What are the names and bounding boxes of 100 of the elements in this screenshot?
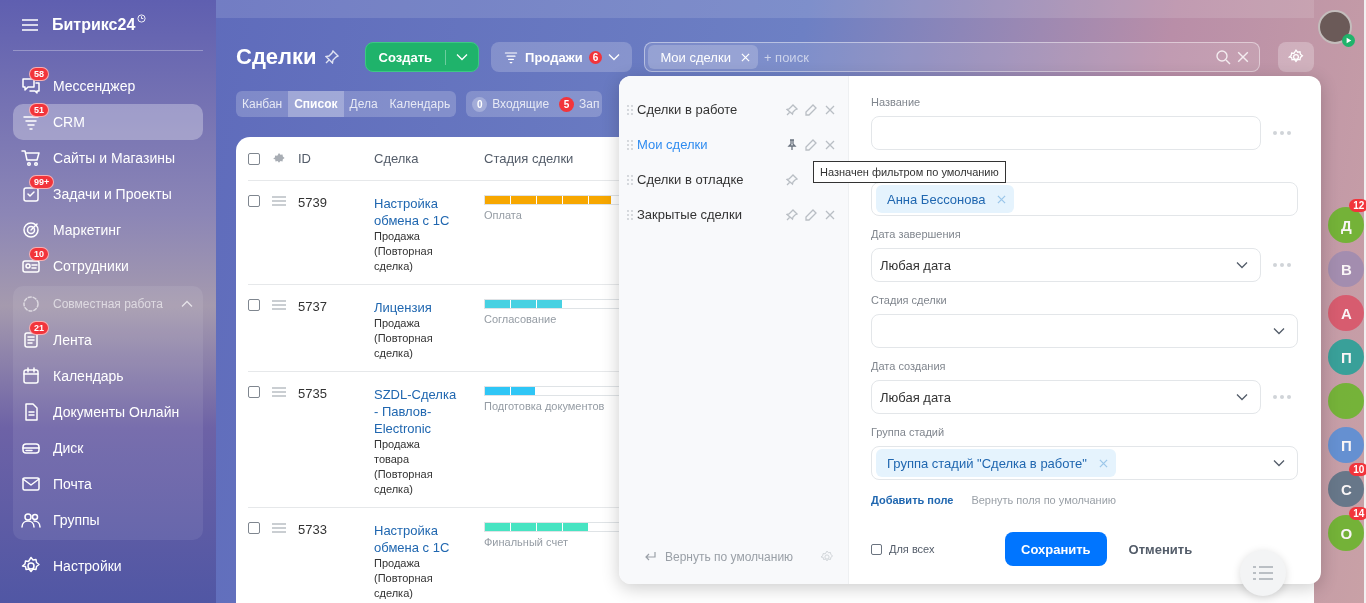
close-icon[interactable] (824, 138, 836, 151)
checkbox[interactable] (248, 299, 260, 311)
dashed-circle-icon (21, 294, 41, 314)
table-cell: 5739 (298, 195, 327, 210)
more-icon[interactable] (1273, 395, 1291, 399)
return-arrow-icon (643, 551, 657, 563)
nav-item[interactable]: 51 CRM (13, 104, 203, 140)
nav-item[interactable]: Маркетинг (13, 212, 203, 248)
chat-avatar[interactable]: В (1328, 251, 1365, 287)
count-badge: 10 (29, 247, 49, 261)
column-header[interactable]: ID (298, 151, 311, 166)
filter-preset[interactable]: Сделки в работе (627, 92, 842, 127)
save-button[interactable]: Сохранить (1005, 532, 1107, 566)
chat-avatar[interactable] (1328, 383, 1365, 419)
view-tab[interactable]: Список (288, 91, 344, 117)
drag-handle-icon[interactable] (272, 523, 286, 533)
menu-icon[interactable] (22, 19, 38, 31)
select-field[interactable]: Любая дата (871, 380, 1261, 414)
nav-item[interactable]: Документы Онлайн (13, 394, 203, 430)
value-chip[interactable]: Группа стадий "Сделка в работе" (876, 449, 1116, 477)
drag-handle-icon[interactable] (627, 174, 633, 185)
filter-chip[interactable]: Мои сделки (648, 45, 758, 69)
nav-item[interactable]: Группы (13, 502, 203, 538)
stage-label: Оплата (484, 209, 522, 221)
view-tab[interactable]: Дела (343, 91, 384, 117)
chevron-icon (1236, 393, 1248, 401)
chat-avatar[interactable]: А (1328, 295, 1365, 331)
pin-icon[interactable] (786, 138, 798, 151)
category-button[interactable]: Продажи 6 (491, 42, 633, 72)
clock-icon (137, 14, 147, 23)
chat-avatar[interactable]: П (1328, 339, 1365, 375)
view-tab[interactable]: Канбан (236, 91, 289, 117)
nav-item[interactable]: 58 Мессенджер (13, 68, 203, 104)
input-field[interactable] (871, 116, 1261, 150)
deal-link[interactable]: Настройка обмена с 1С (374, 195, 464, 229)
pencil-icon[interactable] (805, 208, 817, 221)
select-field[interactable]: Любая дата (871, 248, 1261, 282)
checkbox[interactable] (871, 543, 882, 555)
count-badge: 58 (29, 67, 49, 81)
filter-preset[interactable]: Закрытые сделки (627, 197, 842, 232)
filter-preset[interactable]: Сделки в отладке (627, 162, 804, 197)
drag-handle-icon[interactable] (272, 196, 286, 206)
field-label: Дата создания (871, 360, 946, 372)
nav-item[interactable]: Календарь (13, 358, 203, 394)
more-icon[interactable] (1273, 131, 1291, 135)
drag-handle-icon[interactable] (627, 139, 633, 150)
deal-type: Продажа товара (Повторная сделка) (374, 437, 434, 497)
close-icon[interactable] (824, 208, 836, 221)
counter-link[interactable]: 5 Зап (559, 96, 600, 112)
input-field[interactable]: Анна Бессонова (871, 182, 1298, 216)
add-field-link[interactable]: Добавить поле (871, 494, 954, 506)
search-icon[interactable] (1215, 49, 1232, 65)
checkbox[interactable] (248, 522, 260, 534)
drag-handle-icon[interactable] (627, 104, 633, 115)
settings-item[interactable]: Настройки (13, 548, 203, 584)
close-icon[interactable] (824, 103, 836, 116)
value-chip[interactable]: Анна Бессонова (876, 185, 1015, 213)
select-field[interactable]: Группа стадий "Сделка в работе" (871, 446, 1298, 480)
chevron-icon (1273, 327, 1285, 335)
column-header[interactable]: Стадия сделки (484, 151, 574, 166)
nav-item[interactable]: 99+ Задачи и Проекты (13, 176, 203, 212)
count-badge: 21 (29, 321, 49, 335)
filter-preset[interactable]: Мои сделки (627, 127, 842, 162)
more-icon[interactable] (1273, 263, 1291, 267)
select-field[interactable] (871, 314, 1298, 348)
count-badge: 14 (1349, 507, 1366, 520)
drag-handle-icon[interactable] (272, 387, 286, 397)
create-button[interactable]: Создать (364, 42, 480, 72)
nav-item[interactable]: Диск (13, 430, 203, 466)
checkbox[interactable] (248, 386, 260, 398)
pencil-icon[interactable] (805, 103, 817, 116)
nav-item[interactable]: Почта (13, 466, 203, 502)
chat-avatar[interactable]: П (1328, 427, 1365, 463)
drag-handle-icon[interactable] (627, 209, 633, 220)
checkbox[interactable] (248, 195, 260, 207)
deal-link[interactable]: SZDL-Сделка - Павлов-Electronic (374, 386, 464, 437)
logo[interactable]: Битрикс24 (52, 16, 147, 34)
cancel-button[interactable]: Отменить (1116, 541, 1205, 557)
table-cell: 5733 (298, 522, 327, 537)
avatar[interactable] (1318, 10, 1353, 44)
checkbox[interactable] (248, 152, 260, 165)
nav-item[interactable]: 10 Сотрудники (13, 248, 203, 284)
close-icon[interactable] (997, 194, 1007, 204)
list-icon (1253, 566, 1273, 580)
column-header[interactable]: Сделка (374, 151, 419, 166)
view-tab[interactable]: Календарь (383, 91, 457, 117)
counter-link[interactable]: 0 Входящие (472, 96, 550, 112)
pencil-icon[interactable] (805, 138, 817, 151)
deal-link[interactable]: Лицензия (374, 299, 464, 316)
restore-fields-link[interactable]: Вернуть поля по умолчанию (971, 494, 1117, 506)
nav-item[interactable]: 21 Лента (13, 322, 203, 358)
reset-link[interactable]: Вернуть по умолчанию (665, 550, 812, 564)
close-icon[interactable] (1098, 458, 1108, 468)
nav-item[interactable]: Сайты и Магазины (13, 140, 203, 176)
search-field[interactable]: Мои сделки + поиск (644, 42, 1261, 72)
deal-link[interactable]: Настройка обмена с 1С (374, 522, 464, 556)
drag-handle-icon[interactable] (272, 300, 286, 310)
settings-button[interactable] (1278, 42, 1315, 72)
chat-icon (21, 76, 41, 96)
settings-icon[interactable] (820, 550, 834, 564)
